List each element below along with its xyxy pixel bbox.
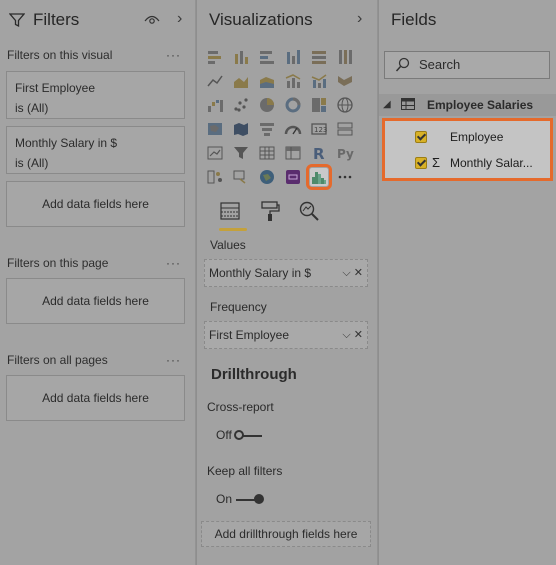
filters-title: Filters xyxy=(33,10,80,29)
keep-all-filters-toggle[interactable]: On xyxy=(216,492,265,506)
field-name: Employee xyxy=(450,130,504,144)
eye-icon[interactable] xyxy=(144,14,160,26)
filters-on-all-pages-label: Filters on all pages xyxy=(7,353,108,367)
field-employee[interactable]: Employee xyxy=(387,124,552,150)
field-name: Monthly Salar... xyxy=(450,156,533,170)
slicer-icon[interactable] xyxy=(232,144,250,162)
highlighted-fields-group: Employee Σ Monthly Salar... xyxy=(382,118,553,181)
keep-all-filters-label: Keep all filters xyxy=(207,464,283,478)
values-field-name: Monthly Salary in $ xyxy=(209,266,312,280)
line-chart-icon[interactable] xyxy=(206,72,224,90)
filters-page-more-icon[interactable]: ··· xyxy=(166,256,181,270)
filters-on-visual-label: Filters on this visual xyxy=(7,48,113,62)
fields-pane: Fields Search ◢ Employee Salaries Employ… xyxy=(379,0,556,565)
treemap-icon[interactable] xyxy=(310,96,328,114)
area-chart-icon[interactable] xyxy=(232,72,250,90)
frequency-field-name: First Employee xyxy=(209,328,290,342)
cross-report-label: Cross-report xyxy=(207,400,274,414)
values-well-label: Values xyxy=(210,238,246,252)
pie-chart-icon[interactable] xyxy=(258,96,276,114)
funnel-chart-icon[interactable] xyxy=(258,120,276,138)
table-employee-salaries[interactable]: ◢ Employee Salaries xyxy=(379,94,556,116)
gauge-icon[interactable] xyxy=(284,120,302,138)
filter-card-first-employee[interactable]: First Employee is (All) xyxy=(6,71,185,119)
collapse-visualizations-chevron-icon[interactable]: › xyxy=(357,10,362,28)
fields-wells-tab-icon[interactable] xyxy=(219,200,241,222)
stacked-area-chart-icon[interactable] xyxy=(258,72,276,90)
sigma-icon: Σ xyxy=(432,155,441,170)
matrix-icon[interactable] xyxy=(284,144,302,162)
donut-chart-icon[interactable] xyxy=(284,96,302,114)
ribbon-chart-icon[interactable] xyxy=(336,72,354,90)
decomposition-tree-icon[interactable] xyxy=(232,168,250,186)
filters-on-page-label: Filters on this page xyxy=(7,256,109,270)
collapse-filters-chevron-icon[interactable]: › xyxy=(177,10,182,28)
clustered-column-chart-icon[interactable] xyxy=(284,48,302,66)
filter-card-name: First Employee xyxy=(15,81,96,95)
fields-title: Fields xyxy=(391,10,437,29)
table-name: Employee Salaries xyxy=(427,98,534,112)
stacked-column-chart-icon[interactable] xyxy=(232,48,250,66)
clustered-bar-chart-icon[interactable] xyxy=(258,48,276,66)
active-tab-indicator xyxy=(219,228,247,231)
all-pages-filter-drop-zone[interactable]: Add data fields here xyxy=(6,375,185,421)
card-icon[interactable]: 123 xyxy=(310,120,328,138)
cross-report-toggle[interactable]: Off xyxy=(216,428,262,442)
svg-text:Py: Py xyxy=(337,147,354,161)
filters-pane: Filters › Filters on this visual ··· Fir… xyxy=(0,0,196,565)
histogram-chart-icon[interactable] xyxy=(306,164,332,190)
cross-report-state: Off xyxy=(216,428,232,442)
search-placeholder: Search xyxy=(419,57,461,72)
svg-text:R: R xyxy=(313,145,325,162)
format-paint-roller-icon[interactable] xyxy=(259,200,281,222)
expand-chevron-icon[interactable]: ◢ xyxy=(383,94,391,116)
map-globe-icon[interactable] xyxy=(336,96,354,114)
100-stacked-bar-chart-icon[interactable] xyxy=(310,48,328,66)
visualizations-title: Visualizations xyxy=(209,10,313,29)
arcgis-map-icon[interactable] xyxy=(258,168,276,186)
visual-filter-drop-zone[interactable]: Add data fields here xyxy=(6,181,185,227)
visualizations-pane: Visualizations › 123 R Py Values Monthly… xyxy=(197,0,378,565)
power-apps-icon[interactable] xyxy=(284,168,302,186)
frequency-well-field[interactable]: First Employee ⌵ ✕ xyxy=(204,321,368,349)
drillthrough-drop-zone[interactable]: Add drillthrough fields here xyxy=(201,521,371,547)
shape-map-icon[interactable] xyxy=(232,120,250,138)
waterfall-chart-icon[interactable] xyxy=(206,96,224,114)
multi-row-card-icon[interactable] xyxy=(336,120,354,138)
values-well-field[interactable]: Monthly Salary in $ ⌵ ✕ xyxy=(204,259,368,287)
field-monthly-salary[interactable]: Σ Monthly Salar... xyxy=(387,150,552,176)
filters-visual-more-icon[interactable]: ··· xyxy=(166,48,181,62)
filled-map-icon[interactable] xyxy=(206,120,224,138)
line-and-clustered-column-chart-icon[interactable] xyxy=(310,72,328,90)
r-script-visual-icon[interactable]: R xyxy=(310,144,328,162)
scatter-chart-icon[interactable] xyxy=(232,96,250,114)
kpi-icon[interactable] xyxy=(206,144,224,162)
table-icon xyxy=(401,98,415,110)
filter-card-value: is (All) xyxy=(15,101,49,115)
search-icon xyxy=(395,57,410,72)
100-stacked-column-chart-icon[interactable] xyxy=(336,48,354,66)
keep-filters-state: On xyxy=(216,492,233,506)
checkbox-checked-icon[interactable] xyxy=(415,157,427,169)
filter-card-value: is (All) xyxy=(15,156,49,170)
fields-search-input[interactable]: Search xyxy=(384,51,550,79)
python-visual-icon[interactable]: Py xyxy=(336,144,354,162)
filters-all-more-icon[interactable]: ··· xyxy=(166,353,181,367)
table-icon[interactable] xyxy=(258,144,276,162)
frequency-well-label: Frequency xyxy=(210,300,267,314)
filter-card-name: Monthly Salary in $ xyxy=(15,136,118,150)
checkbox-checked-icon[interactable] xyxy=(415,131,427,143)
filter-card-monthly-salary[interactable]: Monthly Salary in $ is (All) xyxy=(6,126,185,174)
frequency-field-controls[interactable]: ⌵ ✕ xyxy=(342,322,363,348)
page-filter-drop-zone[interactable]: Add data fields here xyxy=(6,278,185,324)
stacked-bar-chart-icon[interactable] xyxy=(206,48,224,66)
values-field-controls[interactable]: ⌵ ✕ xyxy=(342,260,363,286)
svg-text:123: 123 xyxy=(314,126,327,134)
line-and-column-chart-icon[interactable] xyxy=(284,72,302,90)
drillthrough-heading: Drillthrough xyxy=(211,366,297,383)
funnel-icon xyxy=(9,13,25,28)
key-influencers-icon[interactable] xyxy=(206,168,224,186)
analytics-magnifier-icon[interactable] xyxy=(298,200,320,222)
more-visuals-icon[interactable] xyxy=(336,168,354,186)
